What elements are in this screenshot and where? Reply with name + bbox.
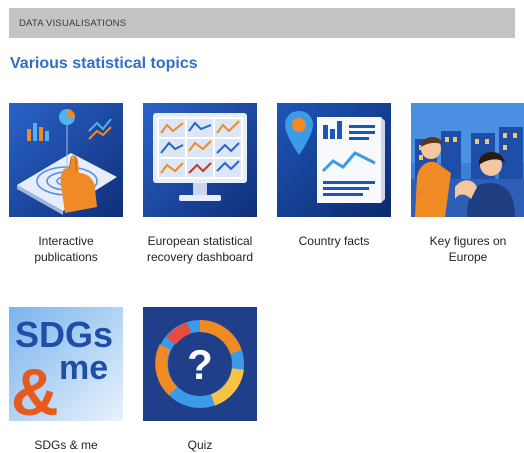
country-facts-icon [277,103,391,217]
tile-caption: Key figures on Europe [429,234,507,264]
tile-interactive-publications[interactable]: Interactive publications [9,103,123,265]
tile-caption: Interactive publications [34,234,98,264]
quiz-icon: ? [143,307,257,421]
tile-caption: SDGs & me [34,438,98,452]
section-title: Various statistical topics [10,55,198,72]
tile-recovery-dashboard[interactable]: European statistical recovery dashboard [143,103,257,265]
svg-text:me: me [59,349,108,387]
tile-caption: European statistical recovery dashboard [146,234,254,264]
tile-sdgs-me[interactable]: SDGs & me SDGs & me [9,307,123,453]
svg-text:?: ? [187,341,213,388]
recovery-dashboard-icon [143,103,257,217]
section-header-label: DATA VISUALISATIONS [19,17,127,29]
tile-caption: Quiz [187,438,213,452]
section-header: DATA VISUALISATIONS [9,8,515,38]
key-figures-icon [411,103,524,217]
tile-country-facts[interactable]: Country facts [277,103,391,249]
tile-key-figures[interactable]: Key figures on Europe [411,103,524,265]
interactive-publications-icon [9,103,123,217]
sdgs-me-icon: SDGs & me [9,307,123,421]
tile-caption: Country facts [298,234,370,248]
svg-text:&: & [11,355,59,421]
tile-quiz[interactable]: ? Quiz [143,307,257,453]
